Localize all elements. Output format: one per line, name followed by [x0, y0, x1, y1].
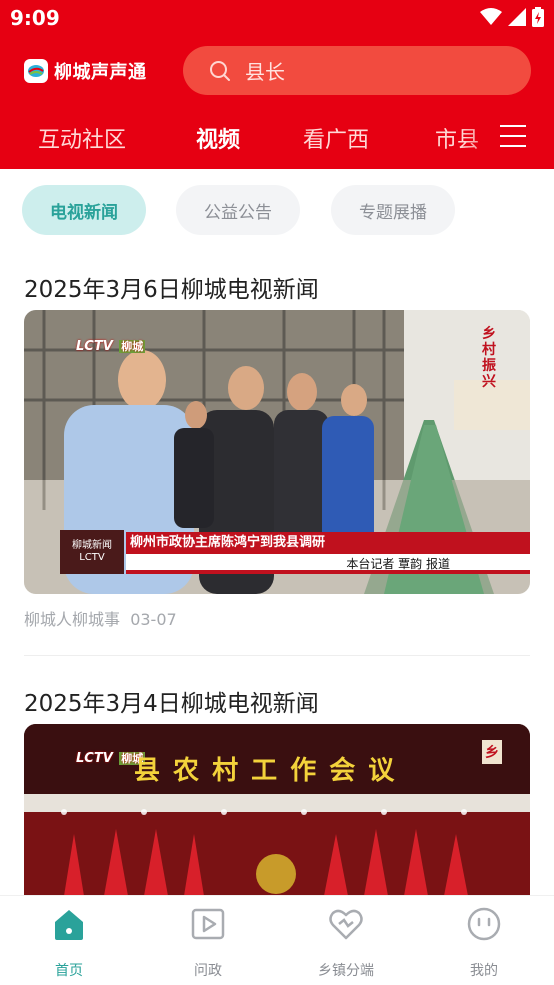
channel-logo-sub: 柳城 — [119, 340, 146, 353]
nav-inquiry-label: 问政 — [194, 963, 222, 979]
article-thumbnail[interactable]: LCTV 柳城 县 农 村 工 作 会 议 乡 — [24, 724, 530, 896]
logo-mark-icon — [24, 59, 48, 83]
chip-public-notice[interactable]: 公益公告 — [176, 185, 300, 235]
caption-logo-sub: LCTV — [79, 552, 105, 563]
news-caption-bar: 柳城新闻 LCTV 柳州市政协主席陈鸿宁到我县调研 本台记者 覃韵 报道 — [60, 530, 530, 574]
tab-video[interactable]: 视频 — [196, 122, 240, 154]
signal-icon — [508, 8, 526, 26]
battery-icon — [532, 7, 544, 27]
article-title[interactable]: 2025年3月4日柳城电视新闻 — [24, 684, 319, 718]
nav-mine-label: 我的 — [470, 963, 498, 979]
article-date: 03-07 — [130, 610, 177, 629]
corner-tag: 乡村振兴 — [482, 326, 496, 390]
article-title[interactable]: 2025年3月6日柳城电视新闻 — [24, 270, 319, 304]
caption-logo-text: 柳城新闻 — [72, 540, 112, 551]
corner-tag: 乡 — [482, 740, 502, 764]
article-thumbnail[interactable]: LCTV 柳城 乡村振兴 柳城新闻 LCTV 柳州市政协主席陈鸿宁到我县调研 本… — [24, 310, 530, 594]
system-indicators — [480, 7, 544, 27]
caption-headline: 柳州市政协主席陈鸿宁到我县调研 — [126, 532, 530, 554]
app-header: 柳城声声通 县长 互动社区 视频 看广西 市县 — [0, 36, 554, 169]
nav-township[interactable]: 乡镇分端 — [296, 904, 396, 980]
sub-category-chips: 电视新闻 公益公告 专题展播 — [0, 185, 554, 235]
channel-logo: LCTV — [76, 751, 113, 766]
search-bar[interactable]: 县长 — [183, 46, 531, 95]
tab-community[interactable]: 互动社区 — [38, 122, 126, 154]
nav-mine[interactable]: 我的 — [434, 904, 534, 980]
wifi-icon — [480, 8, 502, 25]
tab-guangxi[interactable]: 看广西 — [303, 122, 369, 154]
smiley-icon — [467, 907, 501, 941]
status-time: 9:09 — [10, 6, 60, 30]
nav-home-label: 首页 — [55, 963, 83, 979]
article-source: 柳城人柳城事 — [24, 610, 121, 629]
play-square-icon — [191, 908, 225, 940]
home-icon — [55, 910, 83, 940]
nav-home[interactable]: 首页 — [19, 904, 119, 980]
app-name: 柳城声声通 — [54, 62, 147, 83]
chip-tv-news[interactable]: 电视新闻 — [22, 185, 146, 235]
nav-inquiry[interactable]: 问政 — [158, 904, 258, 980]
search-icon — [210, 60, 230, 81]
divider — [24, 655, 530, 656]
menu-icon[interactable] — [500, 125, 526, 147]
caption-reporter: 本台记者 覃韵 报道 — [126, 554, 530, 574]
article-meta: 柳城人柳城事 03-07 — [24, 606, 177, 630]
category-tabs: 互动社区 视频 看广西 市县 — [0, 116, 554, 160]
chip-special-broadcast[interactable]: 专题展播 — [331, 185, 455, 235]
meeting-banner: 县 农 村 工 作 会 议 — [134, 756, 397, 786]
caption-logo: 柳城新闻 LCTV — [60, 530, 124, 574]
channel-logo: LCTV — [76, 339, 113, 354]
app-logo: 柳城声声通 — [24, 58, 147, 84]
heart-link-icon — [329, 909, 363, 940]
bottom-navigation: 首页 问政 乡镇分端 我的 — [0, 896, 554, 985]
search-placeholder: 县长 — [245, 60, 285, 84]
status-bar: 9:09 — [0, 0, 554, 36]
nav-township-label: 乡镇分端 — [318, 963, 374, 979]
